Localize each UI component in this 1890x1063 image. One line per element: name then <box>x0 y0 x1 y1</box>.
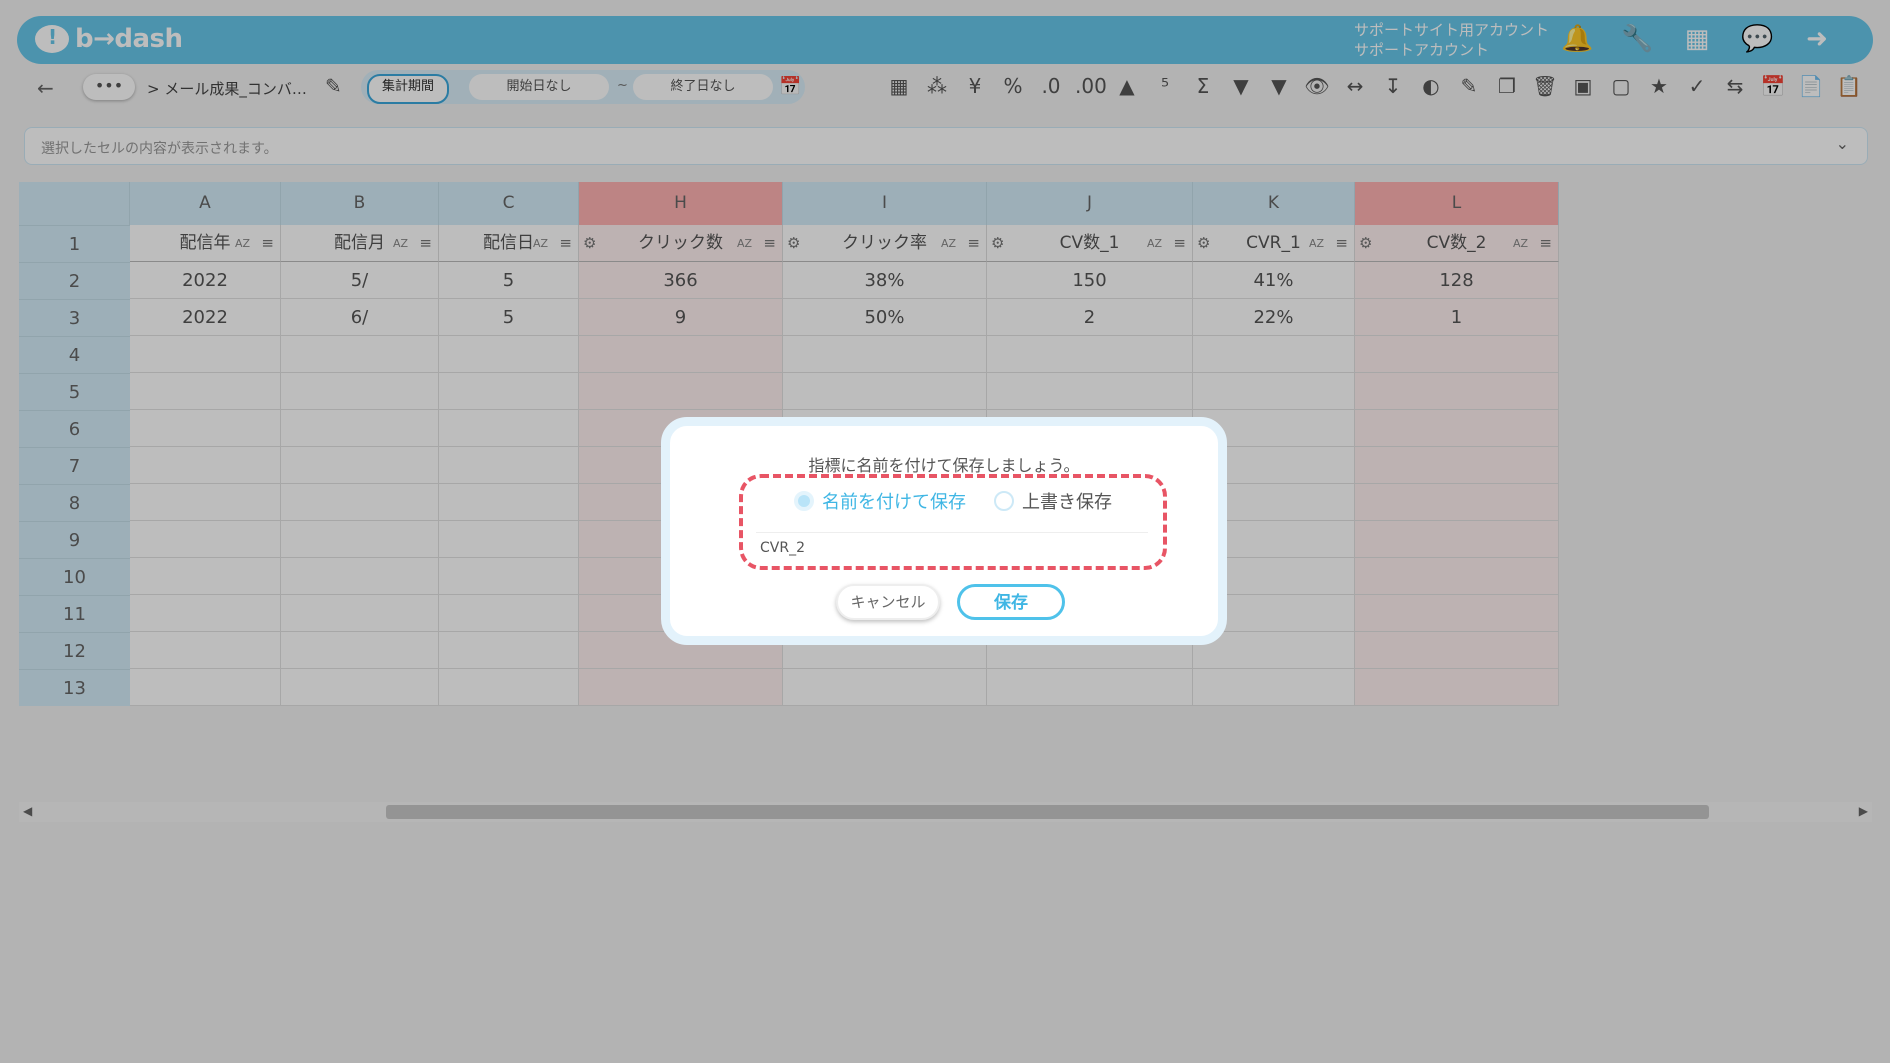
radio-unselected-icon <box>994 491 1014 511</box>
radio-save-as[interactable]: 名前を付けて保存 <box>794 488 966 514</box>
cancel-button[interactable]: キャンセル <box>836 584 940 620</box>
dialog-message: 指標に名前を付けて保存しましょう。 <box>808 456 1080 475</box>
radio-overwrite[interactable]: 上書き保存 <box>994 488 1112 514</box>
metric-name-input[interactable]: CVR_2 <box>756 532 1148 562</box>
radio-save-as-label: 名前を付けて保存 <box>822 492 966 513</box>
radio-overwrite-label: 上書き保存 <box>1022 492 1112 513</box>
radio-selected-icon <box>794 491 814 511</box>
save-button[interactable]: 保存 <box>957 584 1065 620</box>
save-metric-dialog: 指標に名前を付けて保存しましょう。 名前を付けて保存 上書き保存 CVR_2 キ… <box>661 417 1227 645</box>
